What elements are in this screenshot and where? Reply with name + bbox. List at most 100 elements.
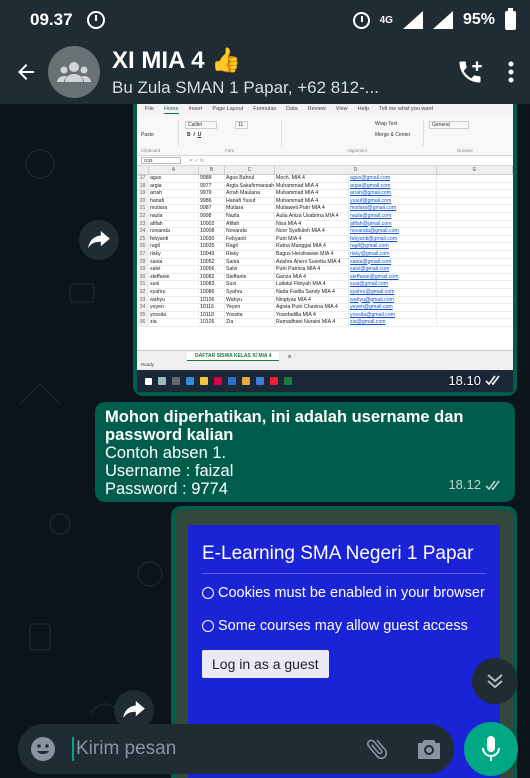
- paste-label: Paste: [141, 132, 154, 138]
- ribbon-tab: View: [335, 106, 348, 112]
- spreadsheet-cell: Agista Putri Chavina MIA 4: [275, 304, 349, 311]
- spreadsheet-cell: sania: [149, 258, 199, 266]
- spreadsheet-cell: Yeyen: [225, 304, 275, 311]
- elearning-title: E-Learning SMA Negeri 1 Papar: [202, 543, 474, 564]
- spreadsheet-cell: Aulia Aniza Usabrina MIA 4: [275, 212, 349, 220]
- guest-login-button: Log in as a guest: [202, 650, 329, 678]
- spreadsheet-cell: ragil@gmail.com: [349, 243, 437, 250]
- add-call-icon[interactable]: [456, 58, 484, 86]
- row-number: 19: [137, 190, 149, 197]
- time-text: 18.12: [448, 477, 481, 492]
- spreadsheet-cell: 10008: [199, 228, 225, 235]
- spreadsheet-cell: Moch. MIA 4: [275, 175, 349, 182]
- spreadsheet-cell: wahyu@gmail.com: [349, 296, 437, 304]
- spreadsheet-cell: 9986: [199, 197, 225, 205]
- row-number: 27: [137, 250, 149, 258]
- read-ticks-icon: [485, 375, 500, 386]
- microphone-icon: [482, 736, 500, 761]
- more-options-icon[interactable]: [508, 60, 514, 84]
- spreadsheet-cell: Risky: [225, 250, 275, 258]
- row-number: 26: [137, 243, 149, 250]
- spreadsheet-cell: Azahra Arieni Susetta MIA 4: [275, 258, 349, 266]
- group-icon: [57, 62, 91, 82]
- spreadsheet-cell: 10083: [199, 281, 225, 288]
- image-message-spreadsheet[interactable]: File Home Insert Page Layout Formulas Da…: [133, 104, 517, 396]
- voice-message-button[interactable]: [464, 722, 518, 776]
- row-number: 29: [137, 266, 149, 273]
- spreadsheet-row: 18 argia 9977 Argia Sakafirmansah Muhammad M…: [137, 182, 513, 191]
- back-arrow-icon: [18, 64, 34, 80]
- font-name: Calibri: [185, 121, 218, 129]
- column-header: A: [149, 166, 199, 174]
- emoji-icon[interactable]: [30, 736, 56, 762]
- formula-bar: G33 ✕ ✓ fx: [137, 156, 513, 166]
- spreadsheet-cell: yusuf@gmail.com: [349, 197, 437, 205]
- spreadsheet-cell: agus@gmail.com: [349, 175, 437, 182]
- spreadsheet-cell: 10126: [199, 319, 225, 326]
- spreadsheet-cell: zia@gmail.com: [349, 319, 437, 326]
- spreadsheet-screenshot: File Home Insert Page Layout Formulas Da…: [137, 104, 513, 392]
- spreadsheet-cell: mutiara: [149, 205, 199, 212]
- spreadsheet-cell: sania@gmail.com: [349, 258, 437, 266]
- excel-status: Ready: [137, 362, 513, 370]
- spreadsheet-row: 17 agus 9988 Agus Bahrul Moch. MIA 4 agus@gma…: [137, 175, 513, 183]
- spreadsheet-grid: 17 agus 9988 Agus Bahrul Moch. MIA 4 agus@gma…: [137, 175, 513, 327]
- chat-area[interactable]: File Home Insert Page Layout Formulas Da…: [0, 104, 530, 778]
- spreadsheet-row: 30 steffanie 10082 Steffanie Ganza MIA 4 stef…: [137, 273, 513, 282]
- spreadsheet-cell: wahyu: [149, 296, 199, 304]
- row-number: 28: [137, 258, 149, 266]
- merge-center: Merge & Center: [375, 132, 411, 138]
- row-number: 30: [137, 273, 149, 281]
- spreadsheet-row: 36 zia 10126 Zia Ramadhani Nuraini MIA 4 zia@…: [137, 319, 513, 327]
- forward-button[interactable]: [79, 220, 119, 260]
- spreadsheet-cell: febyanti@gmail.com: [349, 235, 437, 243]
- scroll-to-bottom-button[interactable]: [472, 658, 518, 704]
- chat-title: XI MIA 4 👍: [112, 47, 242, 74]
- spreadsheet-cell: Salvi: [225, 266, 275, 273]
- column-header: C: [225, 166, 275, 174]
- spreadsheet-cell: arrah: [149, 190, 199, 197]
- forward-icon: [88, 231, 110, 249]
- spreadsheet-cell: syahru@gmail.com: [349, 288, 437, 296]
- row-number: 35: [137, 311, 149, 319]
- attachment-icon[interactable]: [364, 736, 390, 762]
- back-button[interactable]: [6, 40, 46, 104]
- chat-title-block[interactable]: XI MIA 4 👍 Bu Zula SMAN 1 Papar, +62 812…: [112, 46, 432, 98]
- ribbon-tabs: File Home Insert Page Layout Formulas Da…: [137, 104, 513, 116]
- row-number: 24: [137, 228, 149, 235]
- cookies-notice: Cookies must be enabled in your browser: [202, 584, 486, 603]
- message-time: 18.12: [448, 476, 503, 494]
- spreadsheet-row: 35 yossita 10118 Yossita Yoanfadilla MIA 4 yo…: [137, 311, 513, 320]
- spreadsheet-row: 29 salvi 10056 Salvi Putri Patricia MIA 4 sal…: [137, 266, 513, 274]
- status-time: 09.37: [30, 10, 73, 29]
- spreadsheet-row: 28 sania 10052 Sania Azahra Arieni Susetta M…: [137, 258, 513, 267]
- camera-icon[interactable]: [416, 737, 442, 761]
- spreadsheet-cell: Ganza MIA 4: [275, 273, 349, 281]
- group-avatar[interactable]: [48, 46, 100, 98]
- spreadsheet-cell: Syahru: [225, 288, 275, 296]
- signal-icon: [402, 11, 423, 29]
- spreadsheet-cell: salvi@gmail.com: [349, 266, 437, 273]
- spreadsheet-cell: 9979: [199, 190, 225, 197]
- row-number: 34: [137, 304, 149, 311]
- spreadsheet-cell: afifah: [149, 220, 199, 228]
- spreadsheet-cell: yossita: [149, 311, 199, 319]
- ribbon-tab: Insert: [188, 106, 203, 112]
- spreadsheet-cell: Febyanti: [225, 235, 275, 243]
- text-message[interactable]: Mohon diperhatikan, ini adalah username …: [95, 402, 515, 502]
- spreadsheet-cell: argia: [149, 182, 199, 190]
- spreadsheet-row: 21 mutiara 9987 Mutiara Mutiaweti Putri MIA …: [137, 205, 513, 213]
- spreadsheet-cell: susi@gmail.com: [349, 281, 437, 288]
- spreadsheet-cell: susi: [149, 281, 199, 288]
- spreadsheet-cell: 10002: [199, 220, 225, 228]
- spreadsheet-cell: ragil: [149, 243, 199, 250]
- spreadsheet-cell: nazla: [149, 212, 199, 220]
- signal-icon-2: [432, 11, 453, 29]
- message-input[interactable]: Kirim pesan: [72, 737, 176, 761]
- spreadsheet-row: 31 susi 10083 Susi Lailatul Fitriyah MIA 4 su…: [137, 281, 513, 289]
- spreadsheet-cell: Nisa MIA 4: [275, 220, 349, 228]
- spreadsheet-row: 22 nazla 9998 Nazla Aulia Aniza Usabrina MIA…: [137, 212, 513, 221]
- row-number: 32: [137, 288, 149, 296]
- spreadsheet-row: 25 febyanti 10030 Febyanti Putri MIA 4 febyan…: [137, 235, 513, 244]
- message-line: Username : faizal: [105, 462, 234, 480]
